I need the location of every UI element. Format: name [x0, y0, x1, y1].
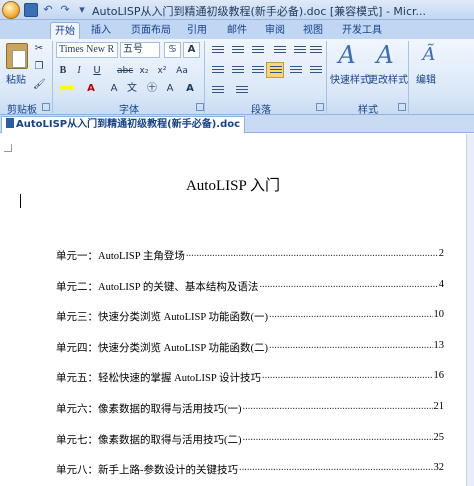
toc-entry[interactable]: 单元七：像素数据的取得与活用技巧(二)25 — [56, 432, 444, 463]
italic-icon[interactable]: I — [72, 63, 86, 79]
tab-developer[interactable]: 开发工具 — [338, 22, 386, 39]
numbering-icon[interactable] — [228, 42, 246, 58]
office-button[interactable] — [2, 1, 20, 19]
superscript-icon[interactable]: x² — [154, 63, 170, 79]
distributed-icon[interactable] — [286, 62, 304, 78]
qat-dropdown-icon[interactable]: ▾ — [75, 3, 89, 17]
change-styles-icon[interactable]: A — [372, 42, 398, 68]
paste-icon[interactable] — [6, 43, 28, 69]
quick-styles-icon[interactable]: A — [334, 42, 360, 68]
toc-entry[interactable]: 单元五：轻松快速的掌握 AutoLISP 设计技巧16 — [56, 370, 444, 401]
char-scale-icon[interactable]: A — [182, 81, 198, 97]
window-title: AutoLISP从入门到精通初级教程(新手必备).doc [兼容模式] - Mi… — [92, 5, 427, 18]
title-bar: ↶ ↷ ▾ AutoLISP从入门到精通初级教程(新手必备).doc [兼容模式… — [0, 0, 474, 20]
change-styles-button[interactable]: 更改样式 — [368, 71, 408, 86]
font-launcher-icon[interactable] — [196, 103, 204, 111]
enclose-char-icon[interactable]: ㊉ — [144, 81, 160, 97]
save-icon[interactable] — [24, 3, 38, 17]
tab-view[interactable]: 视图 — [298, 22, 328, 39]
highlight-icon[interactable] — [56, 81, 78, 97]
group-divider — [204, 41, 205, 113]
decrease-indent-icon[interactable] — [270, 42, 288, 58]
paragraph-launcher-icon[interactable] — [316, 103, 324, 111]
clear-format-icon[interactable]: ♋ — [164, 42, 181, 58]
margin-corner-mark — [4, 144, 12, 152]
copy-icon[interactable]: ❐ — [32, 59, 46, 75]
toc-entry[interactable]: 单元二：AutoLISP 的关键、基本结构及语法4 — [56, 279, 444, 310]
styles-launcher-icon[interactable] — [398, 103, 406, 111]
underline-icon[interactable]: U — [88, 63, 106, 79]
align-right-icon[interactable] — [248, 62, 266, 78]
tab-review[interactable]: 审阅 — [260, 22, 290, 39]
table-of-contents: 单元一：AutoLISP 主角登场2 单元二：AutoLISP 的关键、基本结构… — [56, 248, 444, 486]
grow-font-icon[interactable]: A — [162, 81, 178, 97]
tab-page-layout[interactable]: 页面布局 — [126, 22, 176, 39]
cut-icon[interactable]: ✂ — [32, 41, 46, 57]
text-caret — [20, 194, 21, 208]
document-title: AutoLISP 入门 — [185, 178, 281, 194]
vertical-scrollbar[interactable] — [466, 134, 474, 486]
document-tab-label: AutoLISP从入门到精通初级教程(新手必备).doc — [16, 119, 241, 130]
clipboard-group-label: 剪贴板 — [7, 105, 37, 116]
bold-icon[interactable]: B — [56, 63, 70, 79]
group-divider — [408, 41, 409, 113]
undo-icon[interactable]: ↶ — [41, 3, 55, 17]
strikethrough-icon[interactable]: abc — [116, 63, 134, 79]
toc-entry[interactable]: 单元八：新手上路-参数设计的关键技巧32 — [56, 462, 444, 486]
document-page[interactable]: AutoLISP 入门 单元一：AutoLISP 主角登场2 单元二：AutoL… — [0, 134, 466, 486]
toc-entry[interactable]: 单元三：快速分类浏览 AutoLISP 功能函数(一)10 — [56, 309, 444, 340]
char-shading-icon[interactable]: A — [106, 81, 122, 97]
font-size-select[interactable]: 五号 — [120, 42, 160, 58]
tab-references[interactable]: 引用 — [182, 22, 212, 39]
bullets-icon[interactable] — [208, 42, 226, 58]
paste-button[interactable]: 粘贴 — [6, 71, 26, 86]
group-divider — [52, 41, 53, 113]
toc-entry[interactable]: 单元一：AutoLISP 主角登场2 — [56, 248, 444, 279]
document-tabbar: AutoLISP从入门到精通初级教程(新手必备).doc — [0, 115, 474, 133]
line-spacing-icon[interactable] — [306, 62, 324, 78]
justify-icon[interactable] — [266, 62, 284, 78]
paragraph-group-label: 段落 — [251, 105, 271, 116]
find-icon[interactable]: Ã — [416, 42, 442, 68]
quick-styles-button[interactable]: 快速样式 — [330, 71, 370, 86]
align-left-icon[interactable] — [208, 62, 226, 78]
styles-group-label: 样式 — [358, 105, 378, 116]
group-divider — [326, 41, 327, 113]
tab-insert[interactable]: 插入 — [86, 22, 116, 39]
editing-button[interactable]: 编辑 — [416, 71, 436, 86]
font-name-select[interactable]: Times New R — [56, 42, 118, 58]
ribbon: 粘贴 ✂ ❐ 🖌 剪贴板 Times New R 五号 ♋ A B I U ab… — [0, 39, 474, 116]
redo-icon[interactable]: ↷ — [58, 3, 72, 17]
font-group-label: 字体 — [119, 105, 139, 116]
subscript-icon[interactable]: x₂ — [136, 63, 152, 79]
word-doc-icon — [6, 118, 14, 128]
tab-mailings[interactable]: 邮件 — [222, 22, 252, 39]
font-color-icon[interactable]: A — [82, 81, 100, 97]
multilevel-list-icon[interactable] — [248, 42, 266, 58]
ribbon-tabs: 开始 插入 页面布局 引用 邮件 审阅 视图 开发工具 — [0, 20, 474, 39]
shading-icon[interactable] — [208, 82, 226, 98]
toc-entry[interactable]: 单元六：像素数据的取得与活用技巧(一)21 — [56, 401, 444, 432]
tab-home[interactable]: 开始 — [50, 22, 80, 39]
document-tab[interactable]: AutoLISP从入门到精通初级教程(新手必备).doc — [1, 116, 246, 133]
char-border-icon[interactable]: A — [183, 42, 200, 58]
phonetic-guide-icon[interactable]: 文 — [124, 81, 140, 97]
clipboard-launcher-icon[interactable] — [42, 103, 50, 111]
borders-icon[interactable] — [232, 82, 250, 98]
format-painter-icon[interactable]: 🖌 — [32, 77, 46, 93]
toc-entry[interactable]: 单元四：快速分类浏览 AutoLISP 功能函数(二)13 — [56, 340, 444, 371]
quick-access-toolbar: ↶ ↷ ▾ — [24, 3, 89, 17]
change-case-icon[interactable]: Aa — [172, 63, 192, 79]
sort-icon[interactable] — [306, 42, 324, 58]
align-center-icon[interactable] — [228, 62, 246, 78]
